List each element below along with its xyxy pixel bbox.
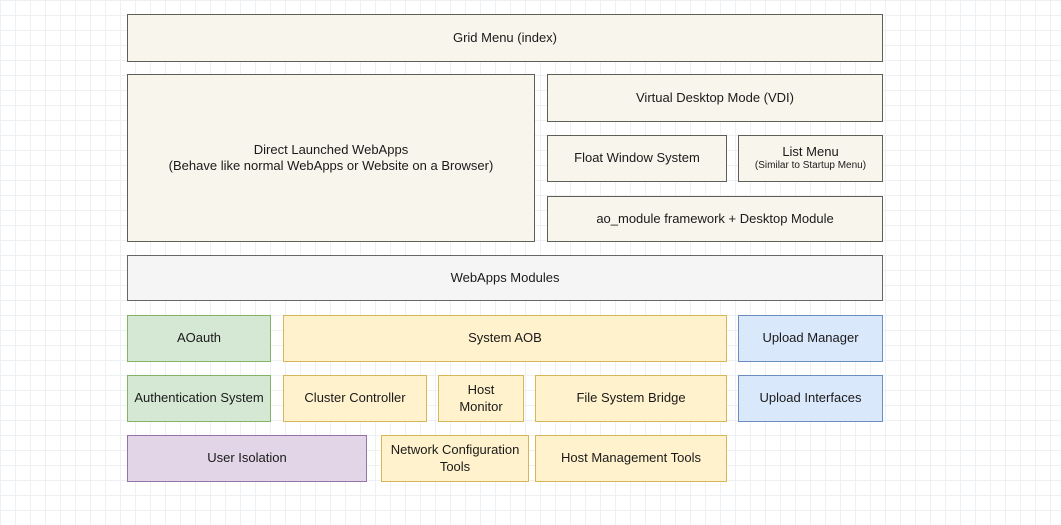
box-network-configuration-tools-label: Network Configuration Tools bbox=[388, 442, 522, 475]
box-aoauth: AOauth bbox=[127, 315, 271, 362]
box-system-aob-label: System AOB bbox=[468, 330, 542, 346]
box-list-menu-label: List Menu bbox=[782, 144, 838, 160]
box-host-management-tools-label: Host Management Tools bbox=[561, 450, 701, 466]
box-float-window-system-label: Float Window System bbox=[574, 150, 700, 166]
box-file-system-bridge: File System Bridge bbox=[535, 375, 727, 422]
box-upload-interfaces: Upload Interfaces bbox=[738, 375, 883, 422]
box-webapps-modules: WebApps Modules bbox=[127, 255, 883, 301]
box-cluster-controller-label: Cluster Controller bbox=[304, 390, 405, 406]
box-authentication-system: Authentication System bbox=[127, 375, 271, 422]
box-upload-manager-label: Upload Manager bbox=[762, 330, 858, 346]
box-float-window-system: Float Window System bbox=[547, 135, 727, 182]
box-grid-menu-label: Grid Menu (index) bbox=[453, 30, 557, 46]
box-upload-manager: Upload Manager bbox=[738, 315, 883, 362]
box-network-configuration-tools: Network Configuration Tools bbox=[381, 435, 529, 482]
box-list-menu-sublabel: (Similar to Startup Menu) bbox=[755, 160, 866, 173]
box-system-aob: System AOB bbox=[283, 315, 727, 362]
box-host-management-tools: Host Management Tools bbox=[535, 435, 727, 482]
box-ao-module-framework: ao_module framework + Desktop Module bbox=[547, 196, 883, 242]
box-list-menu: List Menu (Similar to Startup Menu) bbox=[738, 135, 883, 182]
box-virtual-desktop-mode: Virtual Desktop Mode (VDI) bbox=[547, 74, 883, 122]
diagram-canvas: Grid Menu (index) Direct Launched WebApp… bbox=[0, 0, 1061, 525]
box-host-monitor: Host Monitor bbox=[438, 375, 524, 422]
box-authentication-system-label: Authentication System bbox=[134, 390, 263, 406]
box-direct-launched-webapps-sublabel: (Behave like normal WebApps or Website o… bbox=[169, 158, 494, 174]
box-user-isolation: User Isolation bbox=[127, 435, 367, 482]
box-grid-menu: Grid Menu (index) bbox=[127, 14, 883, 62]
box-direct-launched-webapps-label: Direct Launched WebApps bbox=[254, 142, 408, 158]
box-user-isolation-label: User Isolation bbox=[207, 450, 286, 466]
box-file-system-bridge-label: File System Bridge bbox=[576, 390, 685, 406]
box-virtual-desktop-mode-label: Virtual Desktop Mode (VDI) bbox=[636, 90, 794, 106]
box-upload-interfaces-label: Upload Interfaces bbox=[760, 390, 862, 406]
box-ao-module-framework-label: ao_module framework + Desktop Module bbox=[596, 211, 833, 227]
box-cluster-controller: Cluster Controller bbox=[283, 375, 427, 422]
box-aoauth-label: AOauth bbox=[177, 330, 221, 346]
box-direct-launched-webapps: Direct Launched WebApps (Behave like nor… bbox=[127, 74, 535, 242]
box-host-monitor-label: Host Monitor bbox=[445, 382, 517, 415]
box-webapps-modules-label: WebApps Modules bbox=[451, 270, 560, 286]
